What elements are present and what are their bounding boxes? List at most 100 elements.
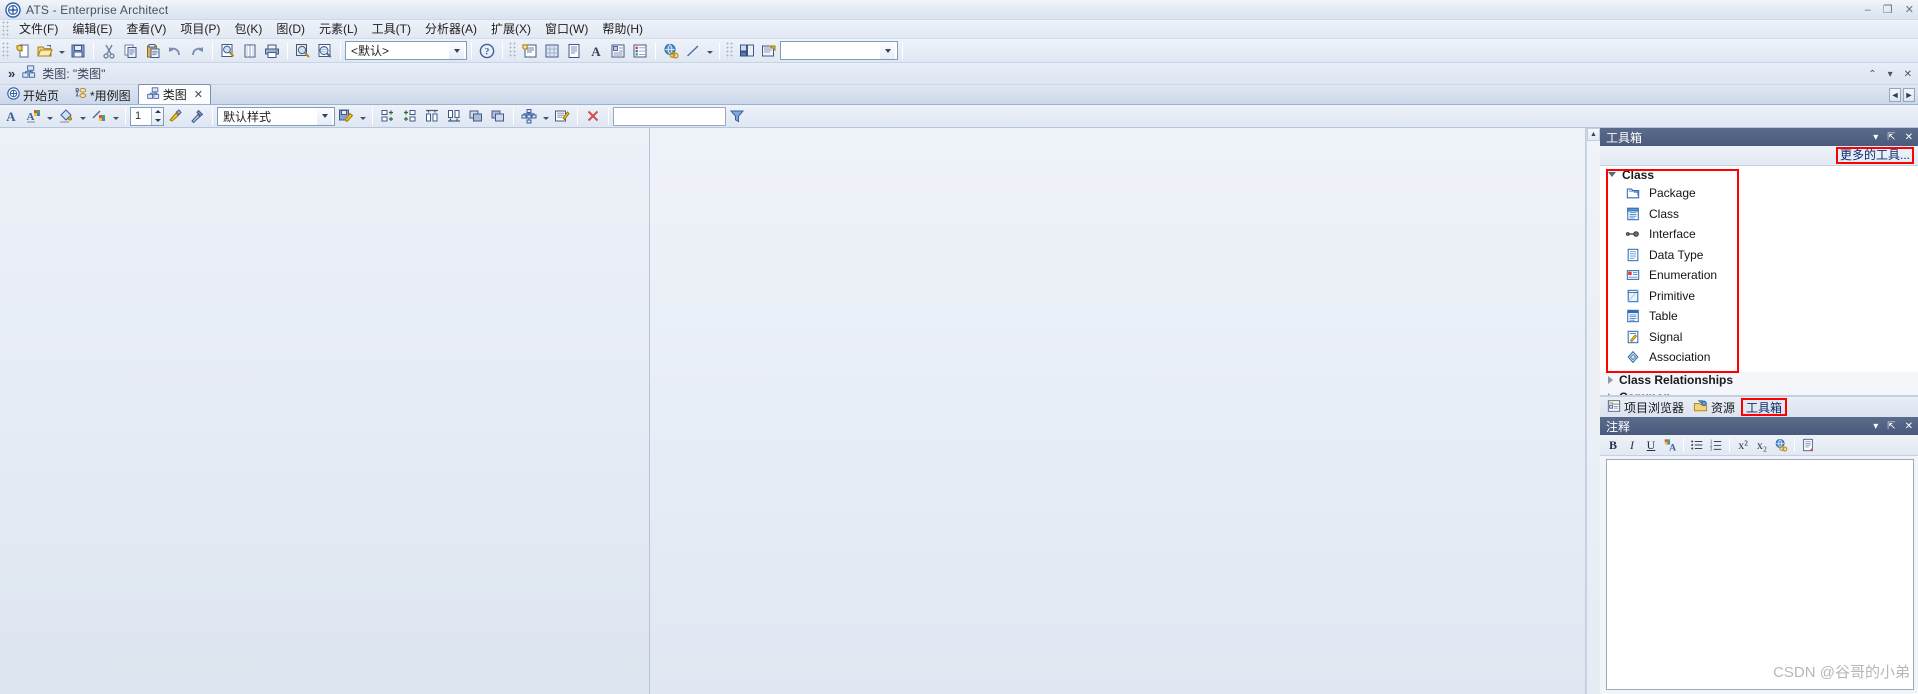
toolbox-item-association[interactable]: Association (1600, 347, 1918, 368)
underline-icon[interactable]: U (1642, 436, 1660, 454)
collapse-icon[interactable]: ⌃ (1868, 69, 1876, 80)
stepper-down-icon[interactable] (152, 116, 163, 125)
menu-view[interactable]: 查看(V) (119, 20, 173, 38)
hyperlink-icon[interactable] (1772, 436, 1790, 454)
menu-extensions[interactable]: 扩展(X) (484, 20, 538, 38)
tabs-next-button[interactable]: ► (1903, 88, 1915, 102)
diagram-canvas[interactable] (0, 128, 1586, 694)
align-bottom-icon[interactable] (443, 106, 465, 127)
line-color-icon[interactable] (88, 106, 110, 127)
align-top-icon[interactable] (421, 106, 443, 127)
element-browser-icon[interactable] (607, 40, 629, 61)
stepper-up-icon[interactable] (152, 108, 163, 117)
more-tools-button[interactable]: 更多的工具... (1835, 147, 1914, 164)
chevron-down-icon[interactable] (880, 42, 895, 59)
superscript-icon[interactable]: x² (1734, 436, 1752, 454)
legend-icon[interactable] (629, 40, 651, 61)
toolbar-gripper[interactable] (726, 42, 734, 59)
menu-window[interactable]: 窗口(W) (538, 20, 595, 38)
open-folder-dropdown[interactable] (56, 40, 67, 61)
close-icon[interactable]: ✕ (1905, 421, 1913, 432)
pin-icon[interactable]: ⇱ (1887, 132, 1895, 143)
toolbar-gripper[interactable] (2, 42, 10, 59)
toolbox-item-interface[interactable]: Interface (1600, 224, 1918, 245)
menu-diagram[interactable]: 图(D) (269, 20, 312, 38)
numbered-list-icon[interactable]: 1 2 3 (1707, 436, 1725, 454)
dock-tab-toolbox[interactable]: 工具箱 (1741, 398, 1788, 416)
eyedropper-icon[interactable] (186, 106, 208, 127)
toolbox-group-class[interactable]: Class (1600, 166, 1918, 183)
style-combo[interactable]: 默认样式 (217, 106, 335, 126)
close-icon[interactable]: ✕ (1905, 132, 1913, 143)
diagram-properties-icon[interactable] (551, 106, 573, 127)
scroll-up-button[interactable]: ▲ (1587, 128, 1600, 141)
diagram-canvas-page[interactable] (0, 128, 650, 694)
menu-edit[interactable]: 编辑(E) (65, 20, 119, 38)
fill-color-dropdown[interactable] (77, 106, 88, 127)
fill-color-icon[interactable] (55, 106, 77, 127)
font-color-icon[interactable]: A (0, 106, 22, 127)
new-diagram-icon[interactable] (519, 40, 541, 61)
zoom-page-icon[interactable] (292, 40, 314, 61)
toolbox-item-data-type[interactable]: Data Type (1600, 245, 1918, 266)
dock-tab-resources[interactable]: 资源 (1690, 398, 1738, 416)
copy-icon[interactable] (120, 40, 142, 61)
print-icon[interactable] (261, 40, 283, 61)
font-style-dropdown[interactable] (44, 106, 55, 127)
print-preview-icon[interactable] (217, 40, 239, 61)
line-width-stepper[interactable]: 1 (130, 106, 164, 126)
menu-gripper[interactable] (2, 20, 10, 38)
line-color-dropdown[interactable] (110, 106, 121, 127)
tabs-prev-button[interactable]: ◄ (1889, 88, 1901, 102)
expand-chevron-icon[interactable]: » (0, 66, 21, 81)
bold-icon[interactable]: B (1604, 436, 1622, 454)
new-project-icon[interactable] (12, 40, 34, 61)
align-left-icon[interactable] (377, 106, 399, 127)
dropdown-icon[interactable]: ▾ (1873, 132, 1878, 143)
auto-layout-dropdown[interactable] (540, 106, 551, 127)
toolbox-item-table[interactable]: Table (1600, 306, 1918, 327)
help-icon[interactable]: ? (476, 40, 498, 61)
subscript-icon[interactable]: x₂ (1753, 436, 1771, 454)
dock-tab-project-browser[interactable]: 项目浏览器 (1604, 398, 1687, 416)
menu-element[interactable]: 元素(L) (312, 20, 365, 38)
pin-icon[interactable]: ⇱ (1887, 421, 1895, 432)
text-icon[interactable]: A (585, 40, 607, 61)
web-icon[interactable] (660, 40, 682, 61)
find-in-project-icon[interactable] (314, 40, 336, 61)
diagram-filter-input[interactable] (613, 106, 726, 126)
matrix-icon[interactable] (541, 40, 563, 61)
insert-document-icon[interactable] (1799, 436, 1817, 454)
toolbar-search-input[interactable] (780, 41, 898, 60)
layout-icon[interactable] (736, 40, 758, 61)
toolbox-item-class[interactable]: Class (1600, 204, 1918, 225)
line-style-icon[interactable] (682, 40, 704, 61)
toolbox-item-primitive[interactable]: Primitive (1600, 286, 1918, 307)
cut-icon[interactable] (98, 40, 120, 61)
tab-close-icon[interactable]: ✕ (194, 88, 203, 101)
font-style-icon[interactable]: A (22, 106, 44, 127)
menu-package[interactable]: 包(K) (227, 20, 269, 38)
dropdown-icon[interactable]: ▾ (1888, 69, 1893, 80)
close-button[interactable]: ✕ (1905, 4, 1914, 16)
chevron-down-icon[interactable] (449, 42, 464, 59)
minimize-button[interactable]: – (1865, 4, 1871, 16)
bullet-list-icon[interactable] (1688, 436, 1706, 454)
save-style-dropdown[interactable] (357, 106, 368, 127)
diagram-vertical-scrollbar[interactable]: ▲ (1586, 128, 1600, 694)
tab-use-case-diagram[interactable]: *用例图 (66, 86, 138, 104)
menu-tools[interactable]: 工具(T) (365, 20, 418, 38)
filter-icon[interactable] (726, 106, 748, 127)
delete-icon[interactable] (582, 106, 604, 127)
workspace-icon[interactable] (758, 40, 780, 61)
line-width-spin-buttons[interactable] (151, 107, 163, 125)
toolbox-item-package[interactable]: Package (1600, 183, 1918, 204)
paste-icon[interactable] (142, 40, 164, 61)
menu-analyzer[interactable]: 分析器(A) (418, 20, 484, 38)
maximize-button[interactable]: ❐ (1883, 4, 1893, 16)
align-right-icon[interactable] (399, 106, 421, 127)
tab-start-page[interactable]: 开始页 (0, 86, 66, 104)
toolbox-group-common[interactable]: Common (1600, 388, 1918, 395)
dropdown-icon[interactable]: ▾ (1873, 421, 1878, 432)
italic-icon[interactable]: I (1623, 436, 1641, 454)
